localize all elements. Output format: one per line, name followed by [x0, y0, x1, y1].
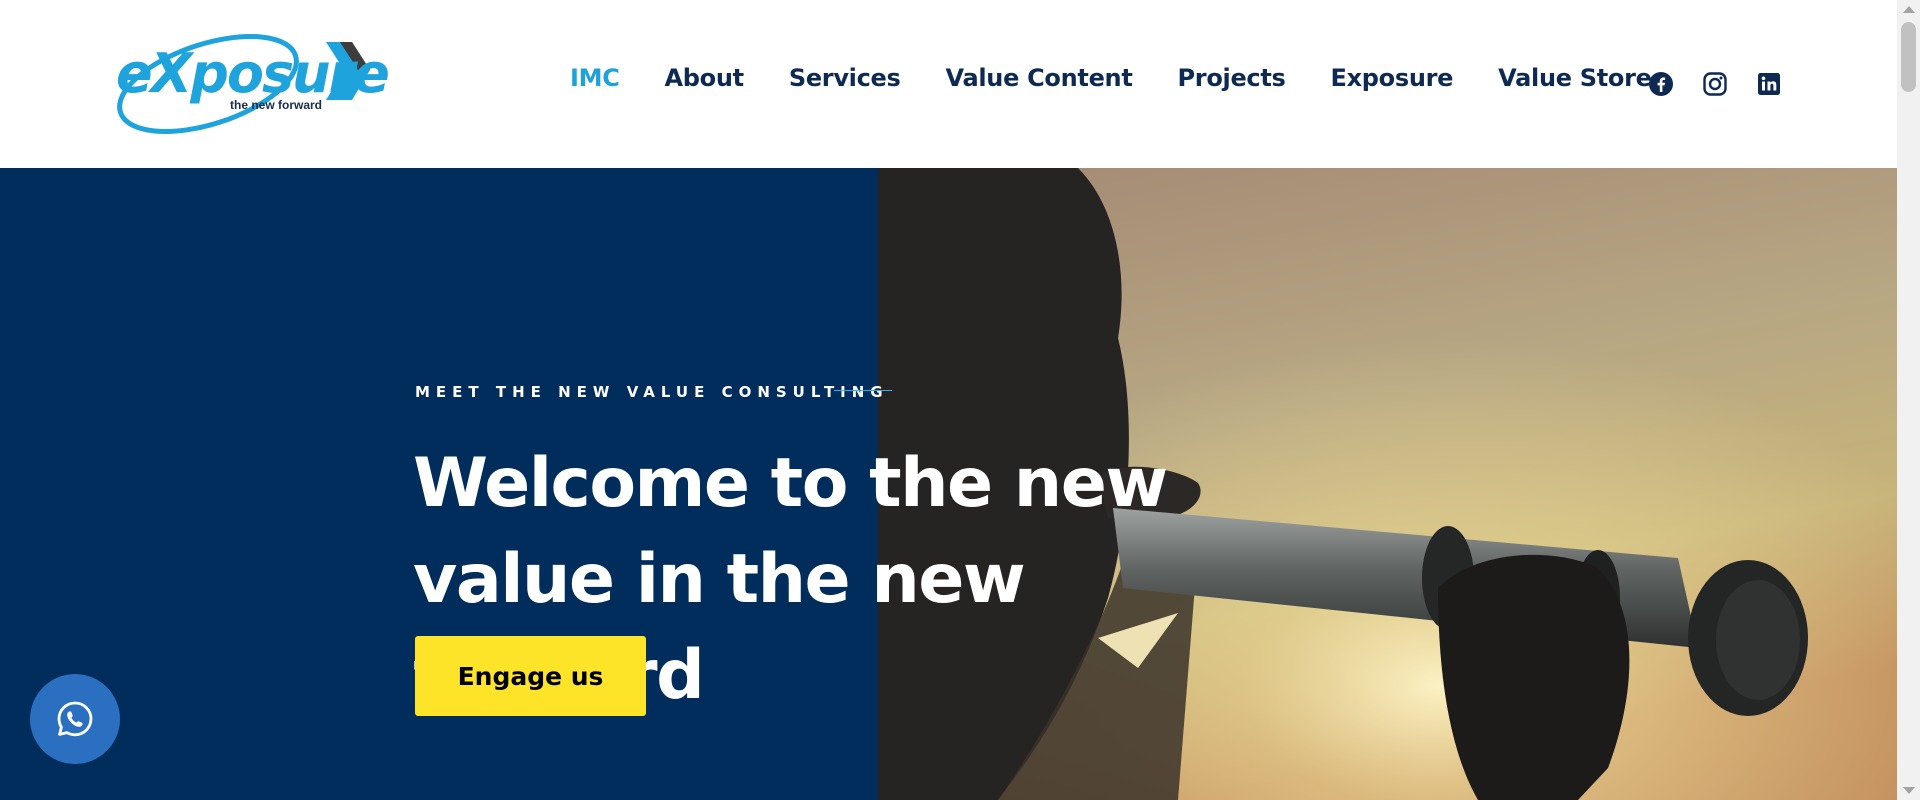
hero-section: MEET THE NEW VALUE CONSULTING Welcome to…	[0, 168, 1897, 800]
hero-headline-line1: Welcome to the new	[413, 444, 1168, 523]
nav-item-exposure[interactable]: Exposure	[1331, 64, 1454, 92]
nav-item-value-content[interactable]: Value Content	[946, 64, 1133, 92]
nav-item-imc[interactable]: IMC	[570, 64, 620, 92]
brand-logo[interactable]: eXposure the new forward	[112, 30, 390, 138]
logo-tagline: the new forward	[230, 98, 323, 112]
hero-eyebrow: MEET THE NEW VALUE CONSULTING	[415, 383, 889, 401]
logo-wordmark: eXposure	[116, 42, 390, 105]
scroll-thumb[interactable]	[1901, 22, 1916, 92]
instagram-icon[interactable]	[1702, 71, 1728, 97]
scroll-up-arrow-icon[interactable]	[1903, 6, 1915, 13]
nav-item-services[interactable]: Services	[789, 64, 901, 92]
whatsapp-chat-button[interactable]	[30, 674, 120, 764]
linkedin-icon[interactable]	[1756, 71, 1782, 97]
site-header: eXposure the new forward IMC About Servi…	[0, 0, 1897, 168]
page-scrollbar[interactable]	[1897, 0, 1920, 800]
scroll-down-arrow-icon[interactable]	[1903, 787, 1915, 794]
nav-item-value-store[interactable]: Value Store	[1498, 64, 1652, 92]
facebook-icon[interactable]	[1648, 71, 1674, 97]
nav-item-about[interactable]: About	[665, 64, 745, 92]
eyebrow-divider	[834, 390, 892, 391]
social-links	[1648, 71, 1782, 97]
main-nav: IMC About Services Value Content Project…	[570, 64, 1697, 92]
whatsapp-icon	[57, 701, 93, 737]
engage-us-button[interactable]: Engage us	[415, 636, 646, 716]
nav-item-projects[interactable]: Projects	[1178, 64, 1286, 92]
